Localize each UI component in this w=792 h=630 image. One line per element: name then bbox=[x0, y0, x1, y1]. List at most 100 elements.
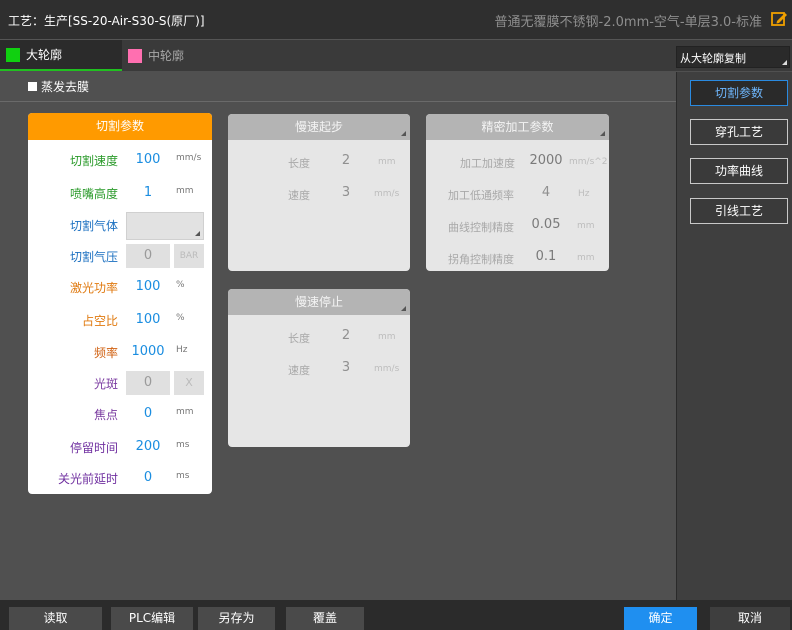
param-label: 关光前延时 bbox=[57, 472, 118, 486]
focus-input[interactable]: 0 bbox=[126, 402, 170, 426]
copy-from-select[interactable]: 从大轮廓复制 bbox=[676, 46, 790, 68]
dropdown-corner-icon bbox=[600, 131, 605, 136]
param-label: 频率 bbox=[93, 346, 118, 360]
side-button-column bbox=[676, 72, 792, 600]
power-curve-button[interactable]: 功率曲线 bbox=[690, 158, 788, 184]
slow-start-length-row: 长度 2 mm bbox=[228, 152, 410, 174]
param-row-focus: 焦点 0 mm bbox=[28, 402, 212, 428]
param-row-laser-off-delay: 关光前延时 0 ms bbox=[28, 466, 212, 492]
slow-start-length-input[interactable]: 2 bbox=[334, 153, 358, 168]
param-label: 光斑 bbox=[93, 377, 118, 391]
laser-power-input[interactable]: 100 bbox=[126, 275, 170, 299]
param-unit: BAR bbox=[174, 244, 204, 268]
param-row-frequency: 频率 1000 Hz bbox=[28, 340, 212, 366]
cut-params-button[interactable]: 切割参数 bbox=[690, 80, 788, 106]
cut-speed-input[interactable]: 100 bbox=[126, 148, 170, 172]
precise-accel-input[interactable]: 2000 bbox=[526, 153, 566, 168]
precise-curve-input[interactable]: 0.05 bbox=[526, 217, 566, 232]
cut-params-panel: 切割参数 切割速度 100 mm/s 喷嘴高度 1 mm 切割气体 切割气压 0… bbox=[28, 113, 212, 494]
dwell-time-input[interactable]: 200 bbox=[126, 435, 170, 459]
precise-corner-input[interactable]: 0.1 bbox=[526, 249, 566, 264]
material-title: 普通无覆膜不锈钢-2.0mm-空气-单层3.0-标准 bbox=[494, 15, 762, 30]
param-label: 拐角控制精度 bbox=[448, 253, 514, 266]
param-unit: mm bbox=[577, 221, 595, 231]
process-title: 工艺：生产[SS-20-Air-S30-S(原厂)] bbox=[8, 14, 205, 28]
slow-start-header[interactable]: 慢速起步 bbox=[228, 114, 410, 140]
param-label: 切割速度 bbox=[69, 154, 118, 168]
save-as-button[interactable]: 另存为 bbox=[198, 607, 275, 630]
param-unit: Hz bbox=[578, 189, 590, 199]
edit-icon[interactable] bbox=[770, 10, 788, 28]
laser-off-delay-input[interactable]: 0 bbox=[126, 466, 170, 490]
dropdown-corner-icon bbox=[401, 306, 406, 311]
overwrite-button[interactable]: 覆盖 bbox=[286, 607, 364, 630]
cancel-button[interactable]: 取消 bbox=[710, 607, 790, 630]
dropdown-corner-icon bbox=[401, 131, 406, 136]
slow-start-speed-input[interactable]: 3 bbox=[334, 185, 358, 200]
tab-label: 大轮廓 bbox=[26, 48, 63, 62]
param-unit: ms bbox=[176, 440, 190, 450]
precise-params-panel: 精密加工参数 加工加速度 2000 mm/s^2 加工低通频率 4 Hz 曲线控… bbox=[426, 114, 609, 271]
lead-process-button[interactable]: 引线工艺 bbox=[690, 198, 788, 224]
slow-stop-length-input[interactable]: 2 bbox=[334, 328, 358, 343]
slow-stop-speed-row: 速度 3 mm/s bbox=[228, 359, 410, 381]
gas-pressure-input[interactable]: 0 bbox=[126, 244, 170, 268]
param-unit: ms bbox=[176, 471, 190, 481]
nozzle-height-input[interactable]: 1 bbox=[126, 181, 170, 205]
evaporation-label: 蒸发去膜 bbox=[41, 80, 90, 94]
green-swatch-icon bbox=[6, 47, 20, 62]
precise-params-title: 精密加工参数 bbox=[481, 120, 554, 134]
tab-large-contour[interactable]: 大轮廓 bbox=[0, 40, 122, 71]
param-label: 曲线控制精度 bbox=[448, 221, 514, 234]
frequency-input[interactable]: 1000 bbox=[126, 340, 170, 364]
param-label: 占空比 bbox=[81, 314, 118, 328]
param-label: 加工低通频率 bbox=[448, 189, 514, 202]
param-row-cut-gas: 切割气体 bbox=[28, 212, 212, 240]
slow-stop-title: 慢速停止 bbox=[294, 295, 343, 309]
param-unit: mm bbox=[378, 157, 396, 167]
dropdown-corner-icon bbox=[782, 60, 787, 65]
param-row-spot: 光斑 0 X bbox=[28, 371, 212, 397]
pierce-process-button[interactable]: 穿孔工艺 bbox=[690, 119, 788, 145]
param-row-cut-speed: 切割速度 100 mm/s bbox=[28, 148, 212, 174]
slow-stop-header[interactable]: 慢速停止 bbox=[228, 289, 410, 315]
slow-stop-speed-input[interactable]: 3 bbox=[334, 360, 358, 375]
param-unit: mm bbox=[176, 407, 194, 417]
cut-params-title: 切割参数 bbox=[28, 113, 212, 140]
precise-lowpass-input[interactable]: 4 bbox=[534, 185, 558, 200]
param-row-laser-power: 激光功率 100 % bbox=[28, 275, 212, 301]
slow-start-panel: 慢速起步 长度 2 mm 速度 3 mm/s bbox=[228, 114, 410, 271]
param-unit: % bbox=[176, 313, 185, 323]
param-label: 速度 bbox=[288, 364, 310, 377]
param-label: 切割气体 bbox=[69, 219, 118, 233]
cut-gas-select[interactable] bbox=[126, 212, 204, 240]
param-unit: mm bbox=[176, 186, 194, 196]
param-label: 焦点 bbox=[93, 408, 118, 422]
param-row-nozzle-height: 喷嘴高度 1 mm bbox=[28, 181, 212, 207]
slow-start-speed-row: 速度 3 mm/s bbox=[228, 184, 410, 206]
tab-row: 大轮廓 中轮廓 bbox=[0, 40, 792, 71]
param-label: 长度 bbox=[288, 332, 310, 345]
param-unit: mm/s bbox=[176, 153, 202, 163]
param-unit: X bbox=[174, 371, 204, 395]
param-label: 长度 bbox=[288, 157, 310, 170]
slow-start-title: 慢速起步 bbox=[294, 120, 343, 134]
copy-select-value: 从大轮廓复制 bbox=[680, 52, 746, 65]
param-row-gas-pressure: 切割气压 0 BAR bbox=[28, 244, 212, 270]
plc-edit-button[interactable]: PLC编辑 bbox=[111, 607, 193, 630]
param-unit: % bbox=[176, 280, 185, 290]
param-row-duty-cycle: 占空比 100 % bbox=[28, 308, 212, 334]
param-label: 切割气压 bbox=[69, 250, 118, 264]
duty-cycle-input[interactable]: 100 bbox=[126, 308, 170, 332]
dropdown-corner-icon bbox=[195, 231, 200, 236]
evaporation-row: 蒸发去膜 bbox=[0, 72, 676, 102]
precise-params-header[interactable]: 精密加工参数 bbox=[426, 114, 609, 140]
param-label: 速度 bbox=[288, 189, 310, 202]
evaporation-checkbox[interactable] bbox=[28, 82, 37, 91]
param-unit: mm/s^2 bbox=[569, 157, 608, 167]
ok-button[interactable]: 确定 bbox=[624, 607, 697, 630]
spot-input[interactable]: 0 bbox=[126, 371, 170, 395]
param-label: 喷嘴高度 bbox=[69, 187, 118, 201]
tab-medium-contour[interactable]: 中轮廓 bbox=[122, 40, 222, 71]
read-button[interactable]: 读取 bbox=[9, 607, 102, 630]
